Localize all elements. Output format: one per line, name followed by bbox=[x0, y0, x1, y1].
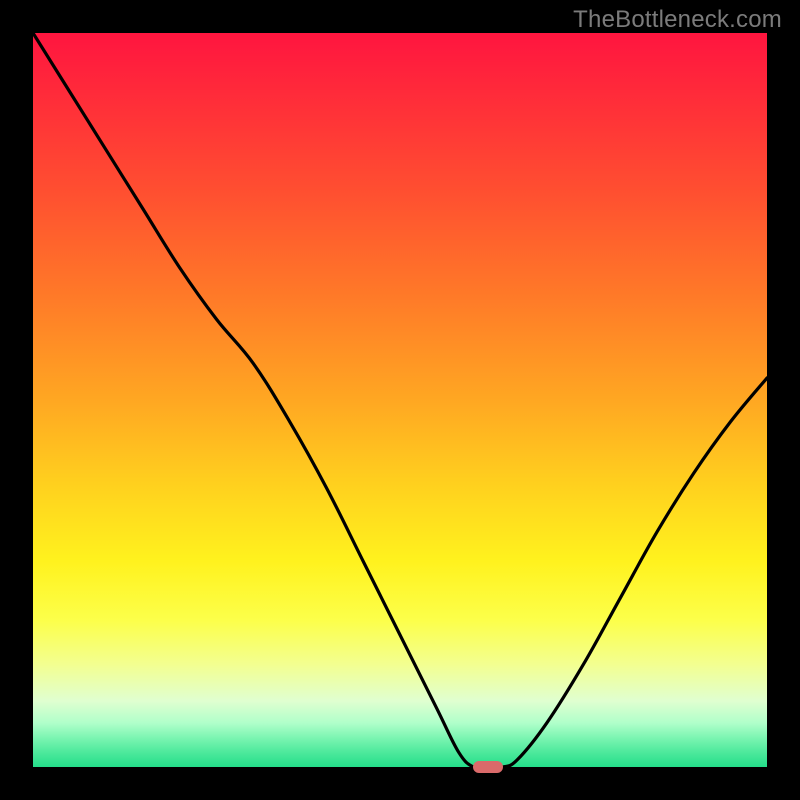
plot-area bbox=[33, 33, 767, 767]
watermark-text: TheBottleneck.com bbox=[573, 6, 782, 34]
bottleneck-marker bbox=[473, 761, 502, 773]
chart-frame: TheBottleneck.com bbox=[0, 0, 800, 800]
bottleneck-curve bbox=[33, 33, 767, 767]
